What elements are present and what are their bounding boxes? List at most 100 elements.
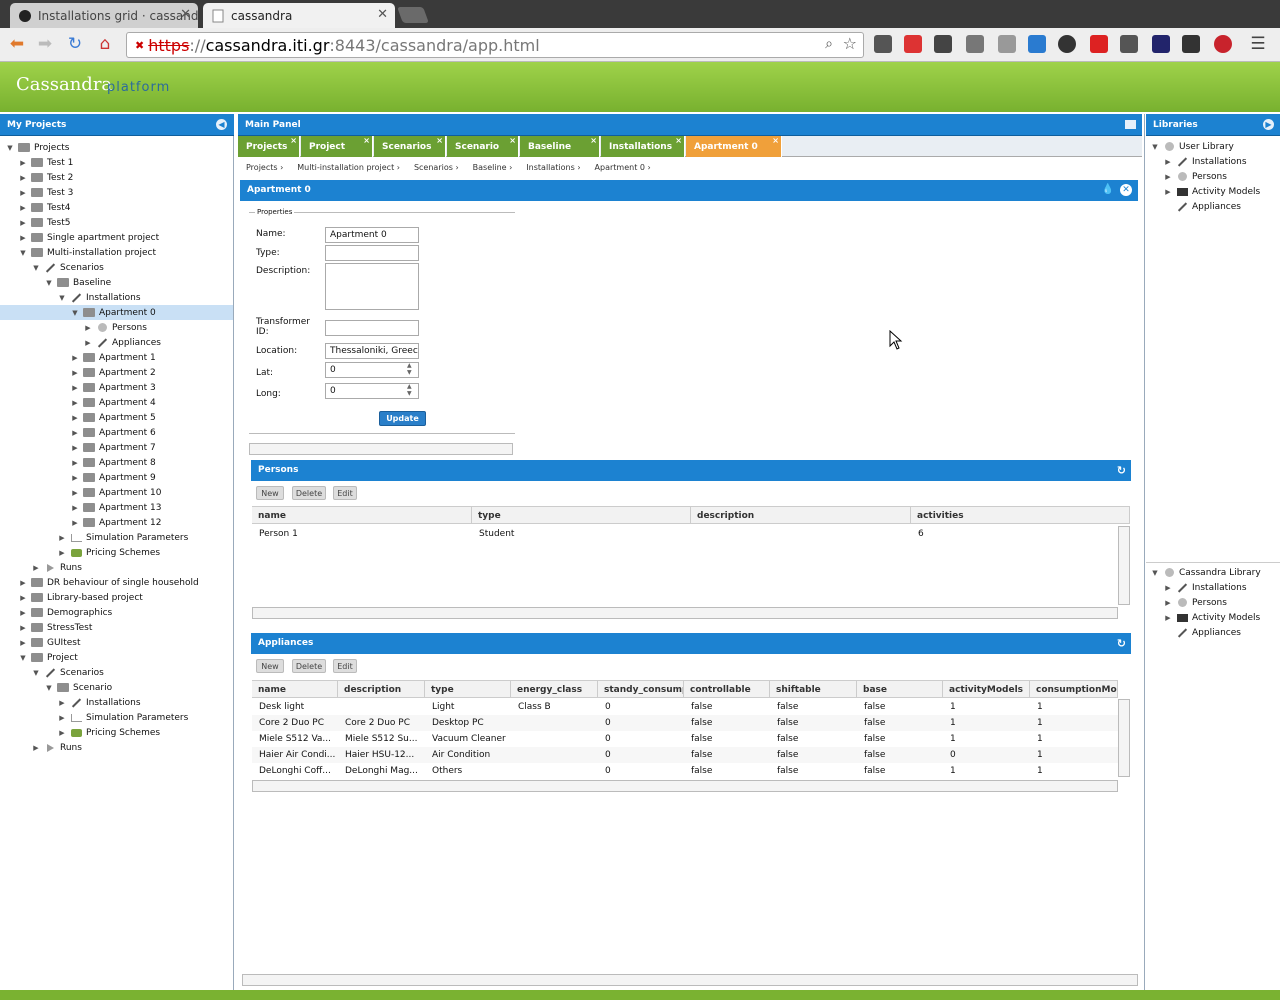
breadcrumb-item[interactable]: Projects ›: [246, 163, 283, 177]
expand-right-icon[interactable]: ▶: [18, 579, 28, 587]
expand-right-icon[interactable]: ▶: [18, 174, 28, 182]
main-tab-5[interactable]: Installations ×: [601, 136, 685, 157]
column-header[interactable]: energy_class: [511, 681, 598, 697]
breadcrumb-item[interactable]: Installations ›: [526, 163, 580, 177]
tree-item[interactable]: ▶ GUItest: [0, 635, 233, 650]
expand-right-icon[interactable]: ▶: [83, 339, 93, 347]
tree-item[interactable]: ▶ DR behaviour of single household: [0, 575, 233, 590]
tree-item[interactable]: ▶ Apartment 6: [0, 425, 233, 440]
tree-item[interactable]: ▶ Apartment 13: [0, 500, 233, 515]
expand-right-icon[interactable]: ▶: [70, 384, 80, 392]
expand-right-icon[interactable]: ▶: [18, 159, 28, 167]
tree-item[interactable]: ▶ Apartment 1: [0, 350, 233, 365]
breadcrumb-item[interactable]: Multi-installation project ›: [297, 163, 400, 177]
tree-item[interactable]: ▼ Projects: [0, 140, 233, 155]
main-tab-6[interactable]: Apartment 0 ×: [686, 136, 782, 157]
tree-item[interactable]: ▼ Project: [0, 650, 233, 665]
column-header[interactable]: base: [857, 681, 943, 697]
expand-right-icon[interactable]: ▶: [70, 399, 80, 407]
expand-down-icon[interactable]: ▼: [44, 279, 54, 287]
expand-right-icon[interactable]: ▶: [18, 624, 28, 632]
tree-item[interactable]: ▼ Installations: [0, 290, 233, 305]
expand-down-icon[interactable]: ▼: [31, 669, 41, 677]
library-item[interactable]: ▶ Activity Models: [1163, 184, 1260, 199]
expand-right-icon[interactable]: ▶: [18, 204, 28, 212]
library-item[interactable]: ▶ Persons: [1163, 169, 1227, 184]
new-tab-button[interactable]: [397, 7, 429, 23]
pinterest-icon[interactable]: [1214, 35, 1232, 53]
google-plus-icon[interactable]: [904, 35, 922, 53]
close-icon[interactable]: ✕: [1120, 184, 1132, 196]
browser-tab-cassandra[interactable]: cassandra ✕: [203, 3, 395, 28]
close-icon[interactable]: ×: [590, 136, 597, 145]
reload-icon[interactable]: ↻: [64, 34, 86, 54]
expand-down-icon[interactable]: ▼: [5, 144, 15, 152]
table-row[interactable]: Haier Air Condi... Haier HSU-12... Air Con…: [252, 747, 1118, 763]
library-item[interactable]: ▶ Activity Models: [1163, 610, 1260, 625]
expand-right-icon[interactable]: ▶: [1163, 599, 1173, 607]
tree-item[interactable]: ▼ Scenario: [0, 680, 233, 695]
drop-icon[interactable]: 💧: [1102, 184, 1114, 195]
back-icon[interactable]: ⬅: [6, 34, 28, 54]
tree-item[interactable]: ▼ Apartment 0: [0, 305, 233, 320]
bookmark-star-icon[interactable]: ☆: [843, 34, 857, 53]
main-tab-1[interactable]: Project ×: [301, 136, 373, 157]
expand-down-icon[interactable]: ▼: [1150, 569, 1160, 577]
expand-right-icon[interactable]: ▶: [1163, 614, 1173, 622]
tree-item[interactable]: ▶ StressTest: [0, 620, 233, 635]
expand-right-icon[interactable]: ▶: [1163, 173, 1173, 181]
breadcrumb-item[interactable]: Baseline ›: [473, 163, 513, 177]
tree-item[interactable]: ▶ Library-based project: [0, 590, 233, 605]
expand-right-icon[interactable]: ▶: [1163, 188, 1173, 196]
expand-right-icon[interactable]: ▶: [57, 549, 67, 557]
library-item[interactable]: Appliances: [1163, 199, 1241, 214]
expand-right-icon[interactable]: ▶: [31, 744, 41, 752]
expand-down-icon[interactable]: ▼: [70, 309, 80, 317]
expand-right-icon[interactable]: ▶: [70, 459, 80, 467]
tree-item[interactable]: ▶ Test 2: [0, 170, 233, 185]
extension-icon[interactable]: [1120, 35, 1138, 53]
expand-right-icon[interactable]: ▶: [18, 189, 28, 197]
type-field[interactable]: [325, 245, 419, 261]
column-header[interactable]: activityModels: [943, 681, 1030, 697]
home-icon[interactable]: ⌂: [94, 34, 116, 54]
tree-item[interactable]: ▶ Apartment 3: [0, 380, 233, 395]
tree-item[interactable]: ▶ Apartment 12: [0, 515, 233, 530]
update-button[interactable]: Update: [379, 411, 426, 426]
expand-right-icon[interactable]: ▶: [70, 369, 80, 377]
column-header[interactable]: name: [252, 507, 472, 523]
forward-icon[interactable]: ➡: [34, 34, 56, 54]
expand-right-icon[interactable]: ▶: [70, 354, 80, 362]
close-icon[interactable]: ×: [363, 136, 370, 145]
table-row[interactable]: Desk light Light Class B 0 false false false 1 1: [252, 699, 1118, 715]
breadcrumb-item[interactable]: Apartment 0 ›: [595, 163, 651, 177]
name-field[interactable]: Apartment 0: [325, 227, 419, 243]
tree-item[interactable]: ▶ Test 3: [0, 185, 233, 200]
expand-down-icon[interactable]: ▼: [57, 294, 67, 302]
expand-down-icon[interactable]: ▼: [1150, 143, 1160, 151]
breadcrumb-item[interactable]: Scenarios ›: [414, 163, 459, 177]
expand-right-icon[interactable]: ▶: [31, 564, 41, 572]
tree-item[interactable]: ▶ Apartment 2: [0, 365, 233, 380]
expand-down-icon[interactable]: ▼: [44, 684, 54, 692]
table-row[interactable]: Person 1 Student 6: [252, 526, 1130, 542]
expand-right-icon[interactable]: ▶: [70, 489, 80, 497]
main-tab-2[interactable]: Scenarios ×: [374, 136, 446, 157]
expand-right-icon[interactable]: ▶: [57, 534, 67, 542]
close-icon[interactable]: ✕: [377, 7, 388, 22]
edit-person-button[interactable]: Edit: [333, 486, 357, 500]
expand-right-icon[interactable]: ▶: [18, 234, 28, 242]
refresh-icon[interactable]: ↻: [1117, 464, 1126, 477]
tree-item[interactable]: ▶ Apartment 7: [0, 440, 233, 455]
expand-right-icon[interactable]: ▶: [1163, 158, 1173, 166]
tree-item[interactable]: ▶ Runs: [0, 740, 233, 755]
expand-right-icon[interactable]: ▶: [18, 639, 28, 647]
expand-right-icon[interactable]: ▶: [57, 729, 67, 737]
address-bar[interactable]: ✖ https://cassandra.iti.gr:8443/cassandr…: [126, 32, 864, 58]
column-header[interactable]: type: [425, 681, 511, 697]
close-icon[interactable]: ×: [509, 136, 516, 145]
main-horizontal-scrollbar[interactable]: [242, 974, 1138, 986]
expand-right-icon[interactable]: ▶: [18, 219, 28, 227]
lat-stepper[interactable]: 0: [325, 362, 419, 378]
library-root[interactable]: ▼ User Library: [1150, 139, 1234, 154]
